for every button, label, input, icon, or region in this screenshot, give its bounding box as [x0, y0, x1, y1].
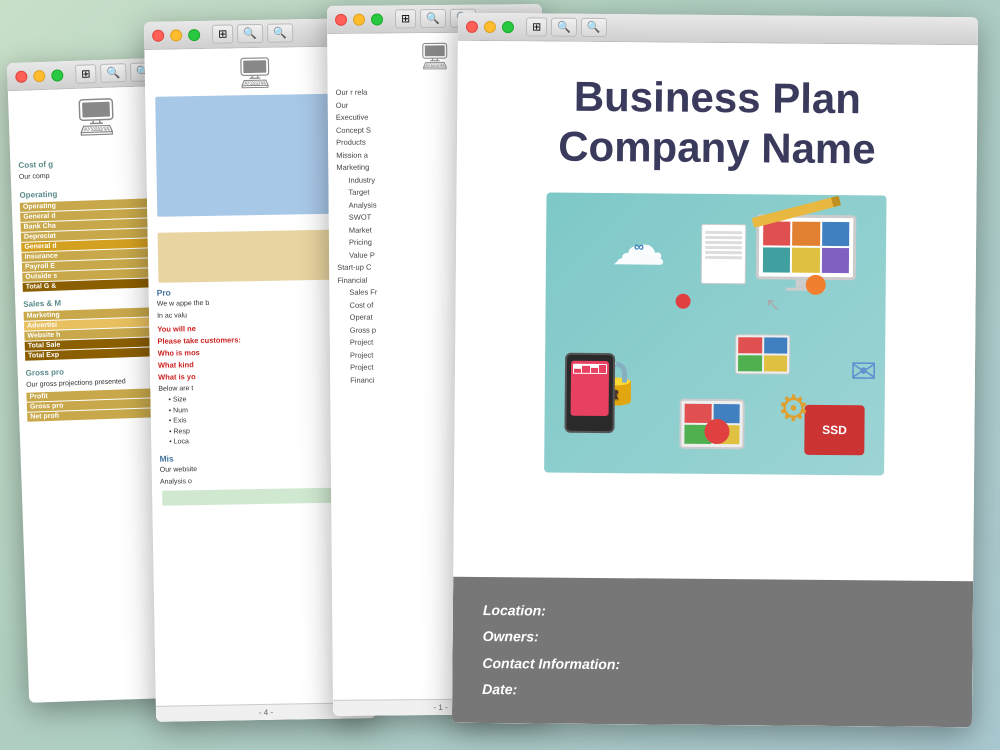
hdd-icon: SSD: [804, 405, 864, 456]
cover-image: ☁ ∞ 🔒 SSD: [544, 192, 886, 475]
close-button-1[interactable]: [15, 70, 27, 82]
maximize-button-2[interactable]: [188, 28, 200, 40]
phone-icon: [564, 352, 615, 432]
cursor-icon: ↖: [765, 294, 780, 315]
close-button-2[interactable]: [152, 29, 164, 41]
maximize-button-3[interactable]: [371, 13, 383, 25]
dot-red-1: [704, 419, 729, 444]
document-icon: [701, 224, 747, 284]
close-button-3[interactable]: [335, 13, 347, 25]
minimize-button-1[interactable]: [33, 69, 45, 81]
zoom-in-2[interactable]: 🔍: [267, 23, 293, 42]
minimize-button-3[interactable]: [353, 13, 365, 25]
view-toggle-2[interactable]: ⊞: [212, 24, 234, 43]
small-tablet-icon: [735, 334, 790, 374]
dot-orange-1: [806, 275, 826, 295]
monitor-shape: [756, 214, 857, 290]
cover-title: Business Plan Company Name: [497, 71, 938, 176]
close-button-4[interactable]: [466, 20, 478, 32]
zoom-out-3[interactable]: 🔍: [420, 9, 446, 28]
zoom-out-4[interactable]: 🔍: [551, 18, 577, 37]
dot-red-2: [676, 293, 691, 308]
maximize-button-1[interactable]: [51, 69, 63, 81]
view-toggle-3[interactable]: ⊞: [395, 9, 416, 28]
view-toggle-4[interactable]: ⊞: [526, 17, 547, 36]
zoom-out-2[interactable]: 🔍: [237, 24, 263, 43]
envelope-icon: ✉: [850, 352, 877, 390]
zoom-in-4[interactable]: 🔍: [581, 18, 607, 37]
footer-owners: Owners:: [483, 623, 943, 654]
footer-date: Date:: [482, 676, 942, 707]
minimize-button-2[interactable]: [170, 29, 182, 41]
cover-footer: Location: Owners: Contact Information: D…: [452, 576, 973, 727]
maximize-button-4[interactable]: [502, 21, 514, 33]
view-toggle-1[interactable]: ⊞: [75, 64, 97, 84]
footer-contact: Contact Information:: [482, 650, 942, 681]
window-4: ⊞ 🔍 🔍 Business Plan Company Name: [452, 13, 978, 728]
infinity-symbol: ∞: [634, 238, 644, 254]
footer-location: Location:: [483, 597, 943, 628]
gear-icon: ⚙: [777, 387, 810, 429]
minimize-button-4[interactable]: [484, 20, 496, 32]
titlebar-4: ⊞ 🔍 🔍: [458, 13, 978, 46]
zoom-out-1[interactable]: 🔍: [100, 63, 126, 83]
